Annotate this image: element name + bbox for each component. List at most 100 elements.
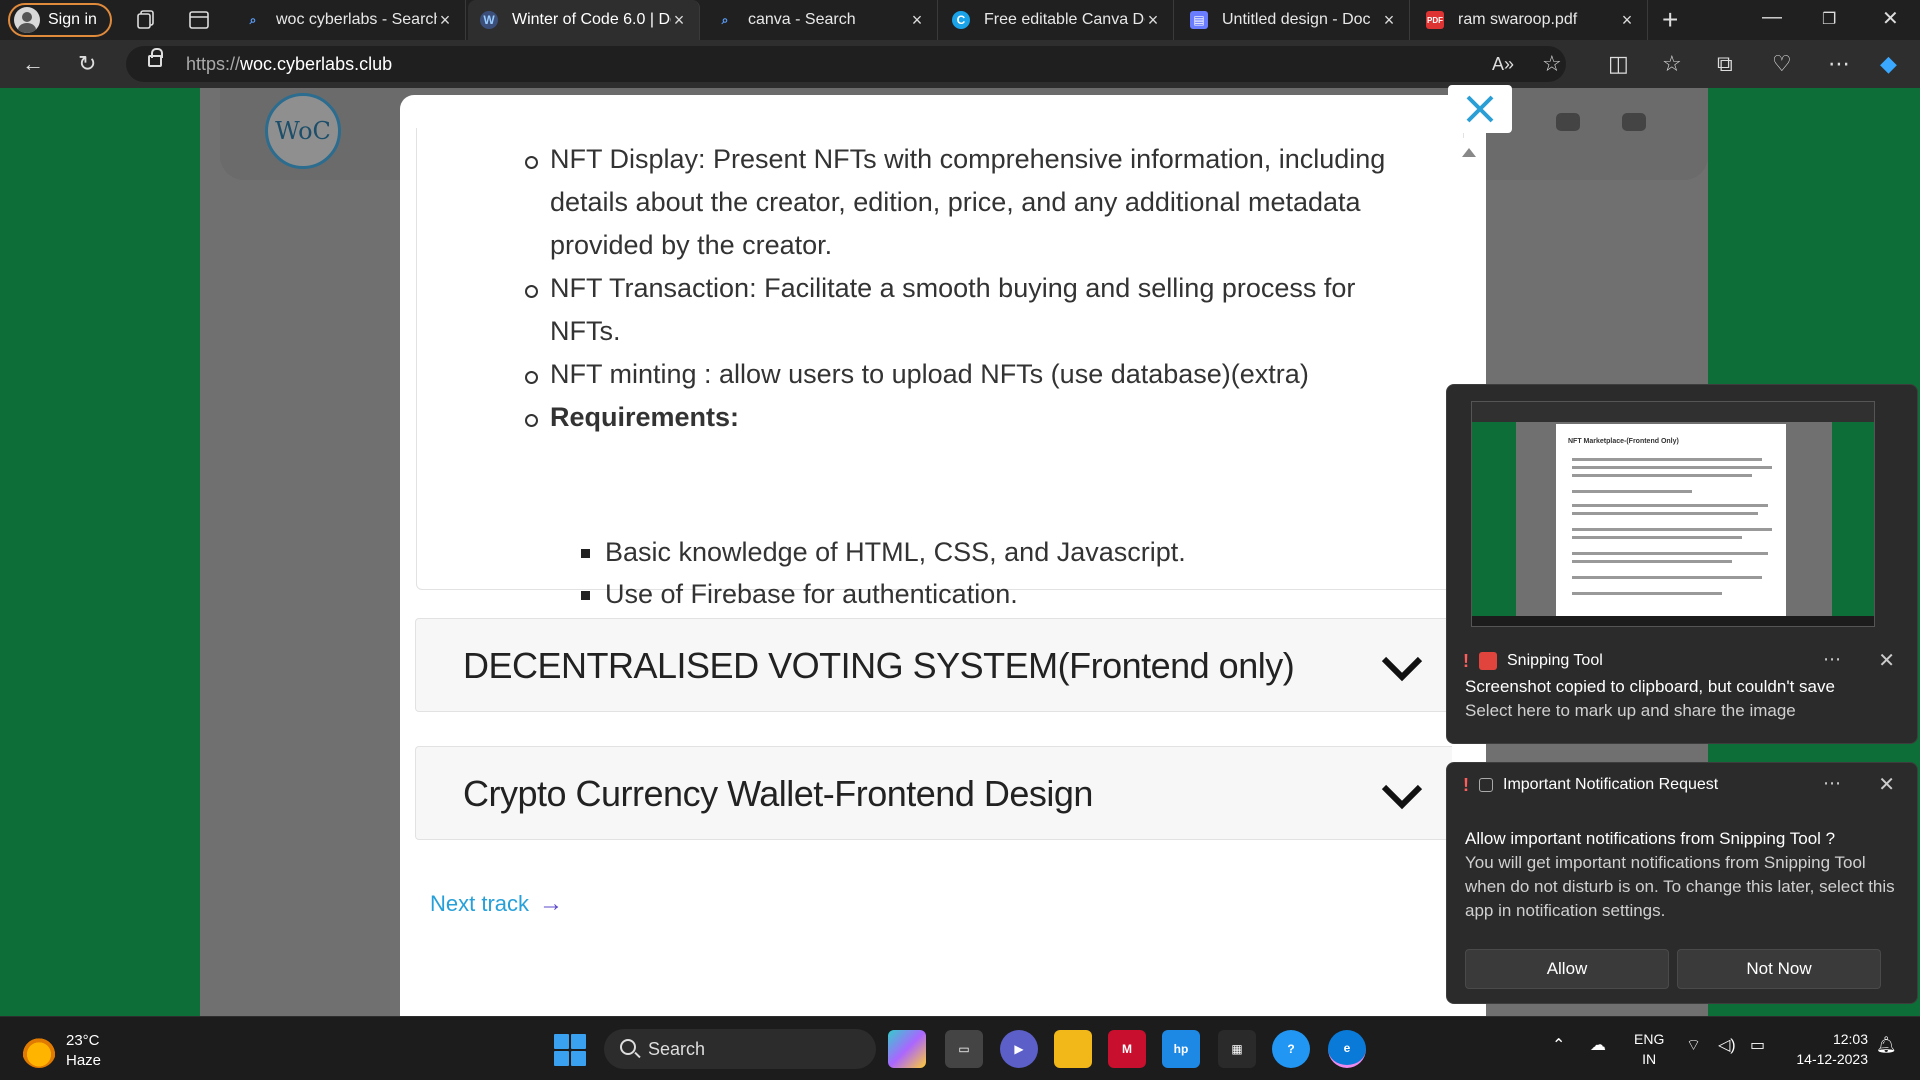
show-hidden-icons-icon[interactable]: ⌃ bbox=[1552, 1035, 1565, 1055]
snipping-tool-notification[interactable]: NFT Marketplace-(Frontend Only) ! Snippi… bbox=[1446, 384, 1918, 744]
woc-favicon: W bbox=[480, 11, 498, 29]
browser-essentials-icon[interactable]: ♡ bbox=[1772, 52, 1792, 76]
notification-text: Select here to mark up and share the ima… bbox=[1465, 701, 1796, 720]
more-options-icon[interactable]: ⋯ bbox=[1823, 773, 1841, 794]
pdf-icon: PDF bbox=[1426, 11, 1444, 29]
discord-icon[interactable] bbox=[1622, 113, 1646, 131]
mcafee-icon[interactable]: M bbox=[1108, 1030, 1146, 1068]
tab-label: canva - Search bbox=[748, 11, 856, 28]
notification-body: Allow important notifications from Snipp… bbox=[1465, 827, 1905, 923]
allow-button[interactable]: Allow bbox=[1465, 949, 1669, 989]
help-icon[interactable]: ? bbox=[1272, 1030, 1310, 1068]
copilot-icon[interactable]: ◆ bbox=[1880, 52, 1897, 76]
more-menu-icon[interactable]: ⋯ bbox=[1828, 52, 1850, 76]
preview-line bbox=[1572, 560, 1732, 563]
app-placeholder-icon bbox=[1479, 778, 1493, 792]
canva-icon: C bbox=[952, 11, 970, 29]
youtube-icon[interactable] bbox=[1556, 113, 1580, 131]
vertical-tabs-icon[interactable] bbox=[187, 8, 211, 32]
tab-pdf[interactable]: PDF ram swaroop.pdf × bbox=[1414, 0, 1648, 40]
preview-line bbox=[1572, 490, 1692, 493]
close-tab-icon[interactable]: × bbox=[909, 10, 925, 31]
teams-chat-icon[interactable]: ▶ bbox=[1000, 1030, 1038, 1068]
refresh-icon[interactable]: ↻ bbox=[78, 52, 96, 76]
modal-close-button[interactable] bbox=[1448, 85, 1512, 133]
new-tab-icon[interactable]: + bbox=[1662, 6, 1678, 34]
close-tab-icon[interactable]: × bbox=[1145, 10, 1161, 31]
battery-icon[interactable]: ▭ bbox=[1750, 1035, 1765, 1055]
notification-bell-icon[interactable]: 🔔︎ bbox=[1876, 1035, 1896, 1055]
search-icon: ⌕ bbox=[249, 12, 257, 27]
notification-title: Allow important notifications from Snipp… bbox=[1465, 829, 1836, 848]
preview-line bbox=[1572, 552, 1768, 555]
language-code: ENG bbox=[1634, 1031, 1665, 1047]
close-tab-icon[interactable]: × bbox=[437, 10, 453, 31]
edge-icon[interactable]: e bbox=[1328, 1030, 1366, 1068]
taskbar: 23°C Haze Search ▭ ▶ M hp ▦ ? e ⌃ ☁ ENG … bbox=[0, 1016, 1920, 1080]
volume-icon[interactable]: ◁) bbox=[1718, 1035, 1736, 1055]
chevron-down-icon[interactable] bbox=[1380, 775, 1424, 819]
notification-text: You will get important notifications fro… bbox=[1465, 853, 1895, 920]
important-notification-request[interactable]: ! Important Notification Request ⋯ ✕ All… bbox=[1446, 762, 1918, 1004]
tab-canva-search[interactable]: ⌕ canva - Search × bbox=[704, 0, 938, 40]
favorite-star-icon[interactable]: ☆ bbox=[1542, 52, 1562, 76]
url-host: woc.cyberlabs.club bbox=[240, 53, 393, 74]
close-tab-icon[interactable]: × bbox=[1619, 10, 1635, 31]
taskbar-search[interactable]: Search bbox=[604, 1029, 876, 1069]
canva-doc-icon: ▤ bbox=[1190, 11, 1208, 29]
search-icon bbox=[620, 1039, 636, 1055]
restore-icon[interactable]: ❐ bbox=[1822, 9, 1836, 29]
weather-temperature: 23°C bbox=[66, 1032, 100, 1049]
onedrive-icon[interactable]: ☁ bbox=[1590, 1035, 1606, 1055]
sign-in-button[interactable]: Sign in bbox=[8, 3, 112, 37]
search-icon: ⌕ bbox=[721, 12, 729, 27]
language-indicator[interactable]: ENG IN bbox=[1634, 1029, 1664, 1069]
notification-app-name: Snipping Tool bbox=[1507, 652, 1603, 669]
copilot-app-icon[interactable] bbox=[888, 1030, 926, 1068]
preview-line bbox=[1572, 466, 1772, 469]
microsoft-store-icon[interactable]: ▦ bbox=[1218, 1030, 1256, 1068]
dismiss-notification-icon[interactable]: ✕ bbox=[1878, 772, 1895, 797]
favorites-icon[interactable]: ☆ bbox=[1662, 52, 1682, 76]
screenshot-preview[interactable]: NFT Marketplace-(Frontend Only) bbox=[1471, 401, 1875, 627]
close-tab-icon[interactable]: × bbox=[1381, 10, 1397, 31]
task-view-icon[interactable]: ▭ bbox=[945, 1030, 983, 1068]
feature-text: NFT Transaction: Facilitate a smooth buy… bbox=[550, 273, 1356, 346]
tab-untitled-design[interactable]: ▤ Untitled design - Doc × bbox=[1178, 0, 1410, 40]
tab-winter-of-code[interactable]: W Winter of Code 6.0 | De × bbox=[468, 0, 700, 40]
clock[interactable]: 12:03 14-12-2023 bbox=[1784, 1029, 1868, 1069]
weather-widget[interactable]: 23°C Haze bbox=[22, 1031, 101, 1071]
not-now-button[interactable]: Not Now bbox=[1677, 949, 1881, 989]
collections-icon[interactable]: ⧉ bbox=[1717, 52, 1733, 76]
myhp-icon[interactable]: hp bbox=[1162, 1030, 1200, 1068]
preview-line bbox=[1572, 474, 1752, 477]
tab-label: Untitled design - Doc bbox=[1222, 11, 1371, 28]
woc-logo[interactable]: WoC bbox=[265, 93, 341, 169]
file-explorer-icon[interactable] bbox=[1054, 1030, 1092, 1068]
accordion-crypto-wallet[interactable]: Crypto Currency Wallet-Frontend Design bbox=[415, 746, 1467, 840]
chevron-down-icon[interactable] bbox=[1380, 647, 1424, 691]
track-modal: NFT Display: Present NFTs with comprehen… bbox=[400, 95, 1486, 1016]
split-screen-icon[interactable]: ◫ bbox=[1608, 52, 1629, 76]
read-aloud-icon[interactable]: A» bbox=[1492, 52, 1514, 76]
tab-canva-doc[interactable]: C Free editable Canva Do × bbox=[940, 0, 1174, 40]
minimize-icon[interactable]: — bbox=[1762, 6, 1782, 29]
workspaces-icon[interactable] bbox=[134, 8, 158, 32]
start-button[interactable] bbox=[554, 1034, 586, 1066]
next-track-link[interactable]: Next track → bbox=[430, 890, 563, 918]
wifi-icon[interactable]: ⌔ bbox=[1686, 1035, 1701, 1055]
dismiss-notification-icon[interactable]: ✕ bbox=[1878, 648, 1895, 673]
tab-woc-search[interactable]: ⌕ woc cyberlabs - Search × bbox=[232, 0, 466, 40]
scroll-up-arrow-icon[interactable] bbox=[1462, 148, 1476, 157]
important-icon: ! bbox=[1463, 774, 1469, 795]
url-field[interactable]: https://woc.cyberlabs.club bbox=[126, 46, 1566, 82]
snipping-tool-icon bbox=[1479, 652, 1497, 670]
accordion-voting-system[interactable]: DECENTRALISED VOTING SYSTEM(Frontend onl… bbox=[415, 618, 1467, 712]
window-close-icon[interactable]: ✕ bbox=[1882, 6, 1899, 31]
more-options-icon[interactable]: ⋯ bbox=[1823, 649, 1841, 670]
back-icon[interactable]: ← bbox=[22, 52, 44, 76]
close-tab-icon[interactable]: × bbox=[671, 10, 687, 31]
preview-modal: NFT Marketplace-(Frontend Only) bbox=[1556, 424, 1786, 618]
preview-line bbox=[1572, 528, 1772, 531]
preview-line bbox=[1572, 592, 1722, 595]
